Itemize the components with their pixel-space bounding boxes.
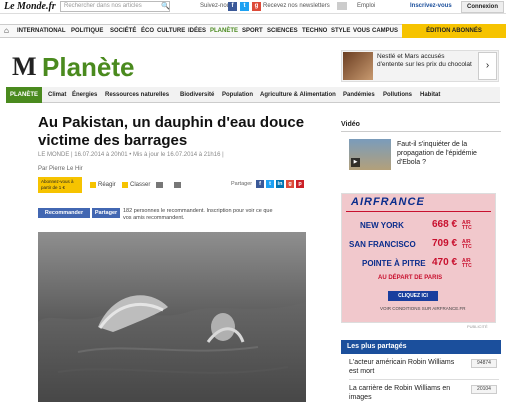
play-icon[interactable]: ▶: [351, 158, 360, 167]
article-headline: Au Pakistan, un dauphin d'eau douce vict…: [38, 114, 305, 149]
bookmark-icon[interactable]: [122, 182, 128, 188]
ad-depart: AU DÉPART DE PARIS: [378, 275, 443, 281]
subnav-climat[interactable]: Climat: [48, 92, 66, 98]
subnav-agriculture[interactable]: Agriculture & Alimentation: [260, 92, 336, 98]
share-pinterest-icon[interactable]: p: [296, 180, 304, 188]
abonnes-button[interactable]: ÉDITION ABONNÉS: [402, 24, 506, 38]
newsletter-label[interactable]: Recevez nos newsletters: [263, 3, 330, 9]
facebook-icon[interactable]: f: [228, 2, 237, 11]
nav-vous[interactable]: VOUS: [353, 28, 370, 34]
nav-politique[interactable]: POLITIQUE: [71, 28, 103, 34]
site-logo[interactable]: Le Monde.fr: [4, 1, 56, 12]
search-input[interactable]: Rechercher dans nos articles: [60, 1, 170, 12]
divider: [349, 379, 499, 380]
recommend-button[interactable]: Recommander: [38, 208, 90, 218]
subnav-pandemies[interactable]: Pandémies: [343, 92, 375, 98]
nav-idees[interactable]: IDÉES: [188, 28, 206, 34]
subnav-pollutions[interactable]: Pollutions: [383, 92, 412, 98]
mail-icon[interactable]: [337, 2, 347, 10]
signup-link[interactable]: Inscrivez-vous: [410, 3, 452, 9]
nav-sciences[interactable]: SCIENCES: [267, 28, 298, 34]
nav-eco[interactable]: ÉCO: [141, 28, 154, 34]
subnav-ressources[interactable]: Ressources naturelles: [105, 92, 169, 98]
nav-societe[interactable]: SOCIÉTÉ: [110, 28, 136, 34]
most-shared-header: Les plus partagés: [341, 340, 501, 354]
video-header: Vidéo: [341, 118, 501, 132]
ad-route-price[interactable]: 470 €: [432, 257, 457, 268]
emploi-link[interactable]: Emploi: [357, 3, 375, 9]
subnav-planete[interactable]: PLANÈTE: [6, 87, 42, 103]
article-author[interactable]: Par Pierre Le Hir: [38, 166, 83, 172]
ad-divider: [346, 211, 491, 212]
ad-route-price[interactable]: 668 €: [432, 219, 457, 230]
subnav-population[interactable]: Population: [222, 92, 253, 98]
login-button[interactable]: Connexion: [461, 1, 504, 13]
ad-label: PUBLICITÉ: [467, 324, 488, 329]
most-shared-item[interactable]: La carrière de Robin Williams en images: [349, 384, 459, 402]
email-icon[interactable]: [156, 182, 163, 188]
print-icon[interactable]: [174, 182, 181, 188]
home-icon[interactable]: ⌂: [4, 26, 9, 35]
reagir-link[interactable]: Réagir: [98, 182, 116, 188]
nav-campus[interactable]: CAMPUS: [372, 28, 398, 34]
promo-text[interactable]: Nestlé et Mars accusés d'entente sur les…: [377, 53, 472, 69]
share-count: 94874: [471, 359, 497, 368]
subnav-habitat[interactable]: Habitat: [420, 92, 440, 98]
share-twitter-icon[interactable]: t: [266, 180, 274, 188]
nav-style[interactable]: STYLE: [331, 28, 350, 34]
article-photo[interactable]: [38, 232, 306, 402]
share-facebook-icon[interactable]: f: [256, 180, 264, 188]
promo-image[interactable]: [343, 52, 373, 80]
share-googleplus-icon[interactable]: g: [286, 180, 294, 188]
ad-price-suffix: A/R TTC: [462, 220, 472, 231]
video-title[interactable]: Faut-il s'inquiéter de la propagation de…: [397, 140, 497, 167]
ad-brand[interactable]: AIRFRANCE: [351, 196, 425, 208]
share-linkedin-icon[interactable]: in: [276, 180, 284, 188]
nav-sport[interactable]: SPORT: [242, 28, 263, 34]
ad-cta-button[interactable]: CLIQUEZ ICI: [388, 291, 438, 301]
nav-culture[interactable]: CULTURE: [157, 28, 185, 34]
section-title: Planète: [42, 52, 135, 82]
share-count: 20104: [471, 385, 497, 394]
googleplus-icon[interactable]: g: [252, 2, 261, 11]
subnav-energies[interactable]: Énergies: [72, 92, 97, 98]
fb-share-button[interactable]: Partager: [92, 208, 120, 218]
article-meta: LE MONDE | 16.07.2014 à 20h01 • Mis à jo…: [38, 152, 224, 158]
comment-icon[interactable]: [90, 182, 96, 188]
nav-international[interactable]: INTERNATIONAL: [17, 28, 66, 34]
recommend-text: 182 personnes le recommandent. Inscripti…: [123, 208, 273, 221]
lemonde-m-logo[interactable]: M: [12, 52, 37, 82]
most-shared-item[interactable]: L'acteur américain Robin Williams est mo…: [349, 358, 459, 376]
ad-price-suffix: A/R TTC: [462, 239, 472, 250]
chevron-right-icon[interactable]: ›: [478, 52, 497, 80]
ad-route-city[interactable]: SAN FRANCISCO: [349, 240, 416, 249]
nav-planete[interactable]: PLANÈTE: [210, 28, 238, 34]
ad-price-suffix: A/R TTC: [462, 258, 472, 269]
ad-banner[interactable]: [341, 193, 496, 323]
ad-conditions[interactable]: VOIR CONDITIONS SUR AIRFRANCE.FR: [380, 306, 466, 311]
ad-route-city[interactable]: NEW YORK: [360, 221, 404, 230]
search-icon[interactable]: 🔍: [161, 2, 170, 10]
share-label: Partager: [231, 181, 253, 187]
twitter-icon[interactable]: t: [240, 2, 249, 11]
subnav-biodiversite[interactable]: Biodiversité: [180, 92, 214, 98]
ad-route-price[interactable]: 709 €: [432, 238, 457, 249]
classer-link[interactable]: Classer: [130, 182, 150, 188]
nav-techno[interactable]: TECHNO: [302, 28, 327, 34]
ad-route-city[interactable]: POINTE À PITRE: [362, 259, 426, 268]
subscribe-box[interactable]: Abonnez-vous à partir de 1 €: [38, 177, 82, 193]
